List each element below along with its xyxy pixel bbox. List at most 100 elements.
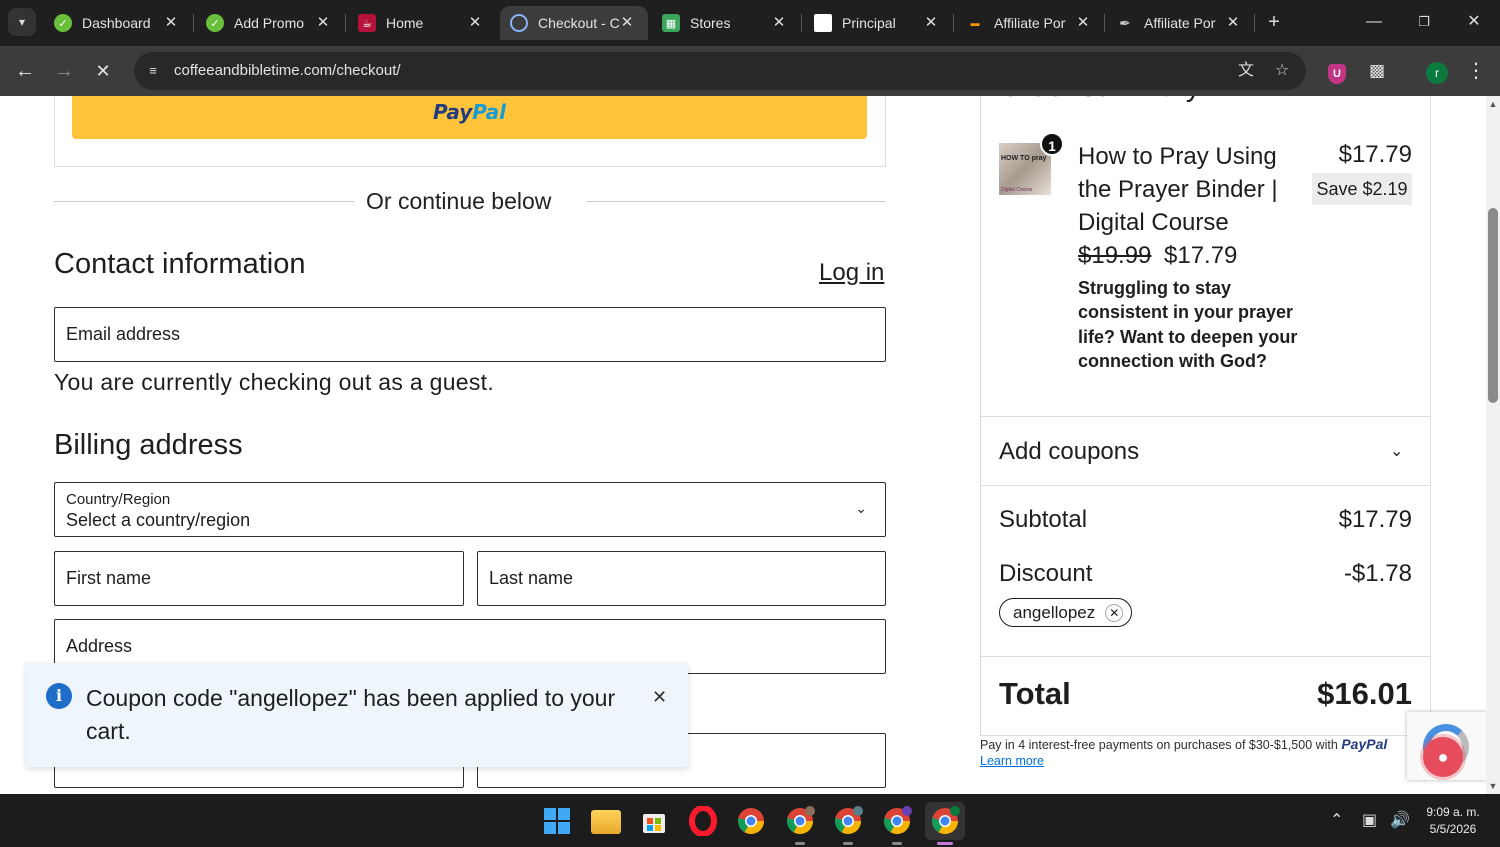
total-value: $16.01 bbox=[1317, 676, 1412, 711]
chevron-down-icon[interactable]: ⌄ bbox=[1390, 441, 1403, 461]
pay-later-message: Pay in 4 interest-free payments on purch… bbox=[980, 736, 1387, 752]
minimize-icon[interactable]: — bbox=[1362, 10, 1386, 34]
microsoft-store-icon[interactable] bbox=[639, 806, 669, 836]
sale-price: $17.79 bbox=[1164, 242, 1238, 269]
taskbar: ⌃ ▣ 🔊 9:09 a. m. 5/5/2026 bbox=[0, 794, 1500, 847]
shield-icon: U bbox=[1328, 64, 1346, 84]
notification-bell-icon[interactable]: ● bbox=[1423, 737, 1463, 777]
add-coupons-toggle[interactable]: Add coupons bbox=[999, 438, 1139, 466]
close-tab-icon[interactable]: ✕ bbox=[162, 14, 180, 32]
bookmark-star-icon[interactable]: ☆ bbox=[1272, 61, 1292, 81]
chevron-down-icon: ⌄ bbox=[855, 500, 867, 516]
close-tab-icon[interactable]: ✕ bbox=[1224, 14, 1242, 32]
last-name-field[interactable]: Last name bbox=[477, 551, 886, 606]
tab-separator bbox=[801, 14, 802, 32]
tray-overflow-chevron-icon[interactable]: ⌃ bbox=[1330, 810, 1343, 830]
profile-avatar[interactable]: r bbox=[1424, 58, 1450, 84]
info-icon: i bbox=[46, 683, 72, 709]
close-tab-icon[interactable]: ✕ bbox=[466, 14, 484, 32]
tab-stores[interactable]: ▦ Stores ✕ bbox=[662, 6, 788, 40]
scrollbar-thumb[interactable] bbox=[1488, 208, 1498, 403]
country-label: Country/Region bbox=[66, 491, 171, 508]
tab-title: Affiliate Port bbox=[1144, 15, 1216, 31]
close-tab-icon[interactable]: ✕ bbox=[618, 14, 636, 32]
close-tab-icon[interactable]: ✕ bbox=[314, 14, 332, 32]
country-select[interactable]: Country/Region Select a country/region ⌄ bbox=[54, 482, 886, 537]
close-tab-icon[interactable]: ✕ bbox=[1074, 14, 1092, 32]
forward-icon[interactable]: → bbox=[51, 58, 77, 84]
tab-title: Stores bbox=[690, 15, 731, 31]
back-icon[interactable]: ← bbox=[12, 58, 38, 84]
network-icon[interactable]: ▣ bbox=[1362, 810, 1377, 830]
save-badge: Save $2.19 bbox=[1312, 173, 1412, 205]
opera-icon[interactable] bbox=[688, 805, 718, 837]
close-tab-icon[interactable]: ✕ bbox=[770, 14, 788, 32]
stop-loading-icon[interactable]: ✕ bbox=[90, 58, 116, 84]
tab-checkout[interactable]: Checkout - C ✕ bbox=[500, 6, 648, 40]
product-description: Struggling to stay consistent in your pr… bbox=[1078, 278, 1298, 372]
running-indicator bbox=[892, 842, 902, 845]
running-indicator bbox=[795, 842, 805, 845]
chrome-profile-r-active[interactable] bbox=[925, 802, 965, 840]
tab-principal[interactable]: Principal ✕ bbox=[814, 6, 940, 40]
site-info-icon[interactable]: ≡ bbox=[144, 62, 162, 80]
windows-start-icon[interactable] bbox=[542, 806, 572, 836]
learn-more-link[interactable]: Learn more bbox=[980, 754, 1044, 768]
first-name-placeholder: First name bbox=[66, 568, 152, 588]
system-clock[interactable]: 9:09 a. m. 5/5/2026 bbox=[1420, 804, 1486, 838]
clock-time: 9:09 a. m. bbox=[1426, 805, 1480, 819]
page-scrollbar[interactable]: ▲ ▼ bbox=[1486, 96, 1500, 794]
paypal-button[interactable]: PayPal bbox=[72, 96, 867, 139]
new-tab-icon[interactable]: + bbox=[1262, 10, 1286, 34]
email-field[interactable]: Email address bbox=[54, 307, 886, 362]
url-text[interactable]: coffeeandbibletime.com/checkout/ bbox=[174, 62, 401, 79]
chrome-profile-p-icon[interactable] bbox=[882, 806, 912, 836]
running-indicator bbox=[843, 842, 853, 845]
close-tab-icon[interactable]: ✕ bbox=[922, 14, 940, 32]
tab-affiliate-portal-1[interactable]: ▬ Affiliate Port ✕ bbox=[966, 6, 1092, 40]
close-window-icon[interactable]: ✕ bbox=[1462, 10, 1486, 34]
restore-icon[interactable]: ❐ bbox=[1412, 10, 1436, 34]
menu-kebab-icon[interactable]: ⋮ bbox=[1463, 58, 1489, 84]
tab-add-promo[interactable]: ✓ Add Promo ✕ bbox=[206, 6, 332, 40]
extensions-puzzle-icon[interactable]: ▩ bbox=[1364, 58, 1390, 84]
subtotal-label: Subtotal bbox=[999, 506, 1088, 533]
scroll-up-icon[interactable]: ▲ bbox=[1488, 99, 1498, 109]
chrome-profile-f-icon[interactable] bbox=[833, 806, 863, 836]
tab-title: Dashboard bbox=[82, 15, 151, 31]
tab-title: Checkout - C bbox=[538, 15, 620, 31]
first-name-field[interactable]: First name bbox=[54, 551, 464, 606]
tab-strip: ▾ ✓ Dashboard ✕ ✓ Add Promo ✕ ☕ Home ✕ C… bbox=[0, 0, 1500, 46]
tab-separator bbox=[193, 14, 194, 32]
divider bbox=[981, 416, 1430, 417]
coffee-cup-icon: ☕ bbox=[358, 14, 376, 32]
address-placeholder: Address bbox=[66, 636, 133, 656]
quantity-badge: 1 bbox=[1040, 132, 1064, 156]
file-explorer-icon[interactable] bbox=[591, 810, 621, 834]
address-bar[interactable]: ≡ coffeeandbibletime.com/checkout/ 文 ☆ bbox=[134, 52, 1306, 90]
discount-value: -$1.78 bbox=[1343, 560, 1412, 587]
volume-icon[interactable]: 🔊 bbox=[1390, 810, 1410, 830]
extension-shield-icon[interactable]: U bbox=[1324, 58, 1350, 84]
tab-affiliate-portal-2[interactable]: ✒ Affiliate Port ✕ bbox=[1116, 6, 1242, 40]
paypal-logo-pal: Pal bbox=[472, 100, 507, 124]
chrome-profile-a-icon[interactable] bbox=[785, 806, 815, 836]
chrome-icon[interactable] bbox=[736, 806, 766, 836]
tab-title: Affiliate Port bbox=[994, 15, 1066, 31]
tab-home[interactable]: ☕ Home ✕ bbox=[358, 6, 484, 40]
divider bbox=[54, 201, 354, 202]
coupon-check-icon: ✓ bbox=[54, 14, 72, 32]
scroll-down-icon[interactable]: ▼ bbox=[1488, 781, 1498, 791]
tab-dashboard[interactable]: ✓ Dashboard ✕ bbox=[54, 6, 180, 40]
tab-search-dropdown-icon[interactable]: ▾ bbox=[8, 8, 36, 36]
avatar: r bbox=[1426, 62, 1448, 84]
close-icon[interactable]: ✕ bbox=[652, 687, 667, 708]
feather-icon: ✒ bbox=[1119, 14, 1131, 31]
login-link[interactable]: Log in bbox=[819, 259, 884, 287]
remove-coupon-icon[interactable]: ✕ bbox=[1105, 603, 1124, 622]
browser-toolbar: ← → ✕ ≡ coffeeandbibletime.com/checkout/… bbox=[0, 46, 1500, 96]
last-name-placeholder: Last name bbox=[489, 568, 574, 588]
paypal-logo: PayPal bbox=[1341, 736, 1388, 752]
product-price: $17.79 bbox=[1338, 141, 1412, 168]
translate-icon[interactable]: 文 bbox=[1236, 61, 1256, 81]
